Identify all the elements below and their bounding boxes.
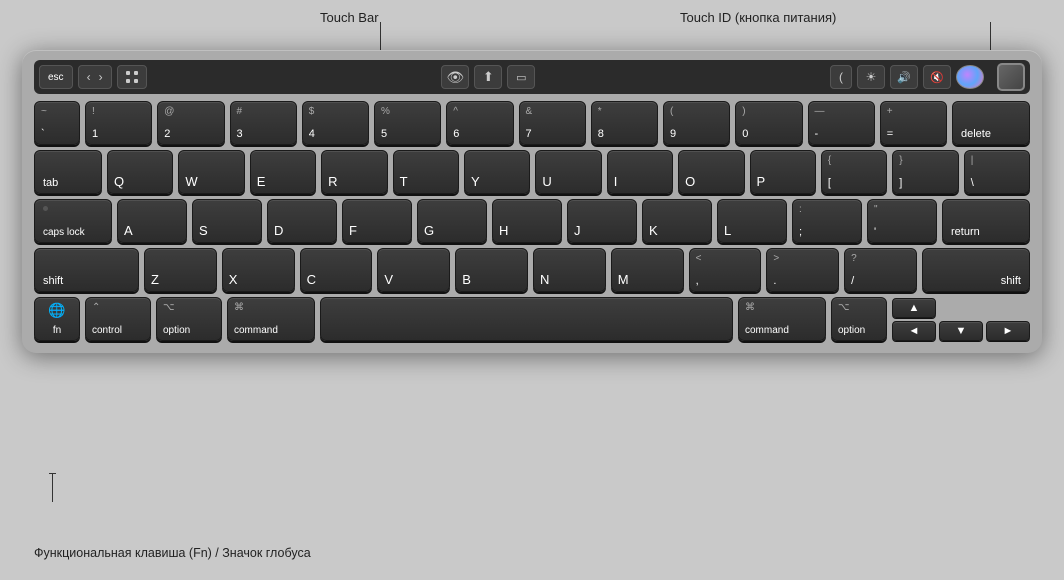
key-s[interactable]: S xyxy=(192,199,262,243)
key-m[interactable]: M xyxy=(611,248,684,292)
key-row-1: ~ ` !1 @2 #3 $4 %5 xyxy=(34,101,1030,145)
key-z[interactable]: Z xyxy=(144,248,217,292)
key-command-left[interactable]: ⌘ command xyxy=(227,297,315,341)
key-u[interactable]: U xyxy=(535,150,601,194)
tb-nav-group: ‹ › xyxy=(78,65,112,89)
tb-forward[interactable]: › xyxy=(99,70,103,84)
key-7[interactable]: &7 xyxy=(519,101,586,145)
key-3[interactable]: #3 xyxy=(230,101,297,145)
esc-key[interactable]: esc xyxy=(39,65,73,89)
key-i[interactable]: I xyxy=(607,150,673,194)
tb-paren[interactable]: ( xyxy=(830,65,852,89)
key-x[interactable]: X xyxy=(222,248,295,292)
key-4[interactable]: $4 xyxy=(302,101,369,145)
key-r[interactable]: R xyxy=(321,150,387,194)
touch-id-button[interactable] xyxy=(997,63,1025,91)
keyboard-body: esc ‹ › 👁 ⬆ ▭ ( ☀ 🔊 xyxy=(22,50,1042,353)
key-y[interactable]: Y xyxy=(464,150,530,194)
key-shift-left[interactable]: shift xyxy=(34,248,139,292)
tb-grid[interactable] xyxy=(117,65,147,89)
key-control[interactable]: ⌃ control xyxy=(85,297,151,341)
key-j[interactable]: J xyxy=(567,199,637,243)
key-5[interactable]: %5 xyxy=(374,101,441,145)
key-rbracket[interactable]: }] xyxy=(892,150,958,194)
tb-siri[interactable] xyxy=(956,65,984,89)
touch-bar: esc ‹ › 👁 ⬆ ▭ ( ☀ 🔊 xyxy=(34,60,1030,94)
key-space[interactable] xyxy=(320,297,733,341)
key-tab[interactable]: tab xyxy=(34,150,102,194)
key-l[interactable]: L xyxy=(717,199,787,243)
key-w[interactable]: W xyxy=(178,150,244,194)
key-9[interactable]: (9 xyxy=(663,101,730,145)
key-k[interactable]: K xyxy=(642,199,712,243)
key-arrow-left[interactable]: ◄ xyxy=(892,321,936,341)
key-e[interactable]: E xyxy=(250,150,316,194)
key-equals[interactable]: += xyxy=(880,101,947,145)
key-6[interactable]: ^6 xyxy=(446,101,513,145)
tb-back[interactable]: ‹ xyxy=(87,70,91,84)
key-capslock[interactable]: caps lock xyxy=(34,199,112,243)
key-option-right[interactable]: ⌥ option xyxy=(831,297,887,341)
key-shift-right[interactable]: shift xyxy=(922,248,1030,292)
key-2[interactable]: @2 xyxy=(157,101,224,145)
arrow-keys-group: ▲ ◄ ▼ ► xyxy=(892,298,1030,341)
key-f[interactable]: F xyxy=(342,199,412,243)
key-arrow-up[interactable]: ▲ xyxy=(892,298,936,318)
key-a[interactable]: A xyxy=(117,199,187,243)
tb-share[interactable]: ⬆ xyxy=(474,65,502,89)
key-h[interactable]: H xyxy=(492,199,562,243)
key-b[interactable]: B xyxy=(455,248,528,292)
key-p[interactable]: P xyxy=(750,150,816,194)
key-q[interactable]: Q xyxy=(107,150,173,194)
keys-area: ~ ` !1 @2 #3 $4 %5 xyxy=(34,101,1030,341)
key-d[interactable]: D xyxy=(267,199,337,243)
key-command-right[interactable]: ⌘ command xyxy=(738,297,826,341)
key-fn[interactable]: 🌐 fn xyxy=(34,297,80,341)
key-v[interactable]: V xyxy=(377,248,450,292)
key-semicolon[interactable]: :; xyxy=(792,199,862,243)
key-comma[interactable]: <, xyxy=(689,248,762,292)
key-g[interactable]: G xyxy=(417,199,487,243)
key-option-left[interactable]: ⌥ option xyxy=(156,297,222,341)
key-arrow-down[interactable]: ▼ xyxy=(939,321,983,341)
key-backtick[interactable]: ~ ` xyxy=(34,101,80,145)
key-quote[interactable]: "' xyxy=(867,199,937,243)
tb-brightness[interactable]: ☀ xyxy=(857,65,885,89)
key-8[interactable]: *8 xyxy=(591,101,658,145)
key-c[interactable]: C xyxy=(300,248,373,292)
key-minus[interactable]: —- xyxy=(808,101,875,145)
tb-screen[interactable]: ▭ xyxy=(507,65,535,89)
key-row-5: 🌐 fn ⌃ control ⌥ option ⌘ command xyxy=(34,297,1030,341)
key-row-4: shift Z X C V B N M <, >. ?/ shift xyxy=(34,248,1030,292)
fn-annotation: Функциональная клавиша (Fn) / Значок гло… xyxy=(34,545,311,563)
touchbar-annotation: Touch Bar xyxy=(320,10,379,25)
key-arrow-right[interactable]: ► xyxy=(986,321,1030,341)
key-lbracket[interactable]: {[ xyxy=(821,150,887,194)
key-row-2: tab Q W E R T Y U I O P {[ }] |\ xyxy=(34,150,1030,194)
key-o[interactable]: O xyxy=(678,150,744,194)
key-delete[interactable]: delete xyxy=(952,101,1030,145)
tb-volume[interactable]: 🔊 xyxy=(890,65,918,89)
key-row-3: caps lock A S D F G H J K L :; "' return xyxy=(34,199,1030,243)
touchid-annotation: Touch ID (кнопка питания) xyxy=(680,10,836,25)
key-period[interactable]: >. xyxy=(766,248,839,292)
key-slash[interactable]: ?/ xyxy=(844,248,917,292)
key-1[interactable]: !1 xyxy=(85,101,152,145)
key-0[interactable]: )0 xyxy=(735,101,802,145)
key-return[interactable]: return xyxy=(942,199,1030,243)
tb-mute[interactable]: 🔇 xyxy=(923,65,951,89)
key-t[interactable]: T xyxy=(393,150,459,194)
tb-eye[interactable]: 👁 xyxy=(441,65,469,89)
key-backslash[interactable]: |\ xyxy=(964,150,1030,194)
key-n[interactable]: N xyxy=(533,248,606,292)
